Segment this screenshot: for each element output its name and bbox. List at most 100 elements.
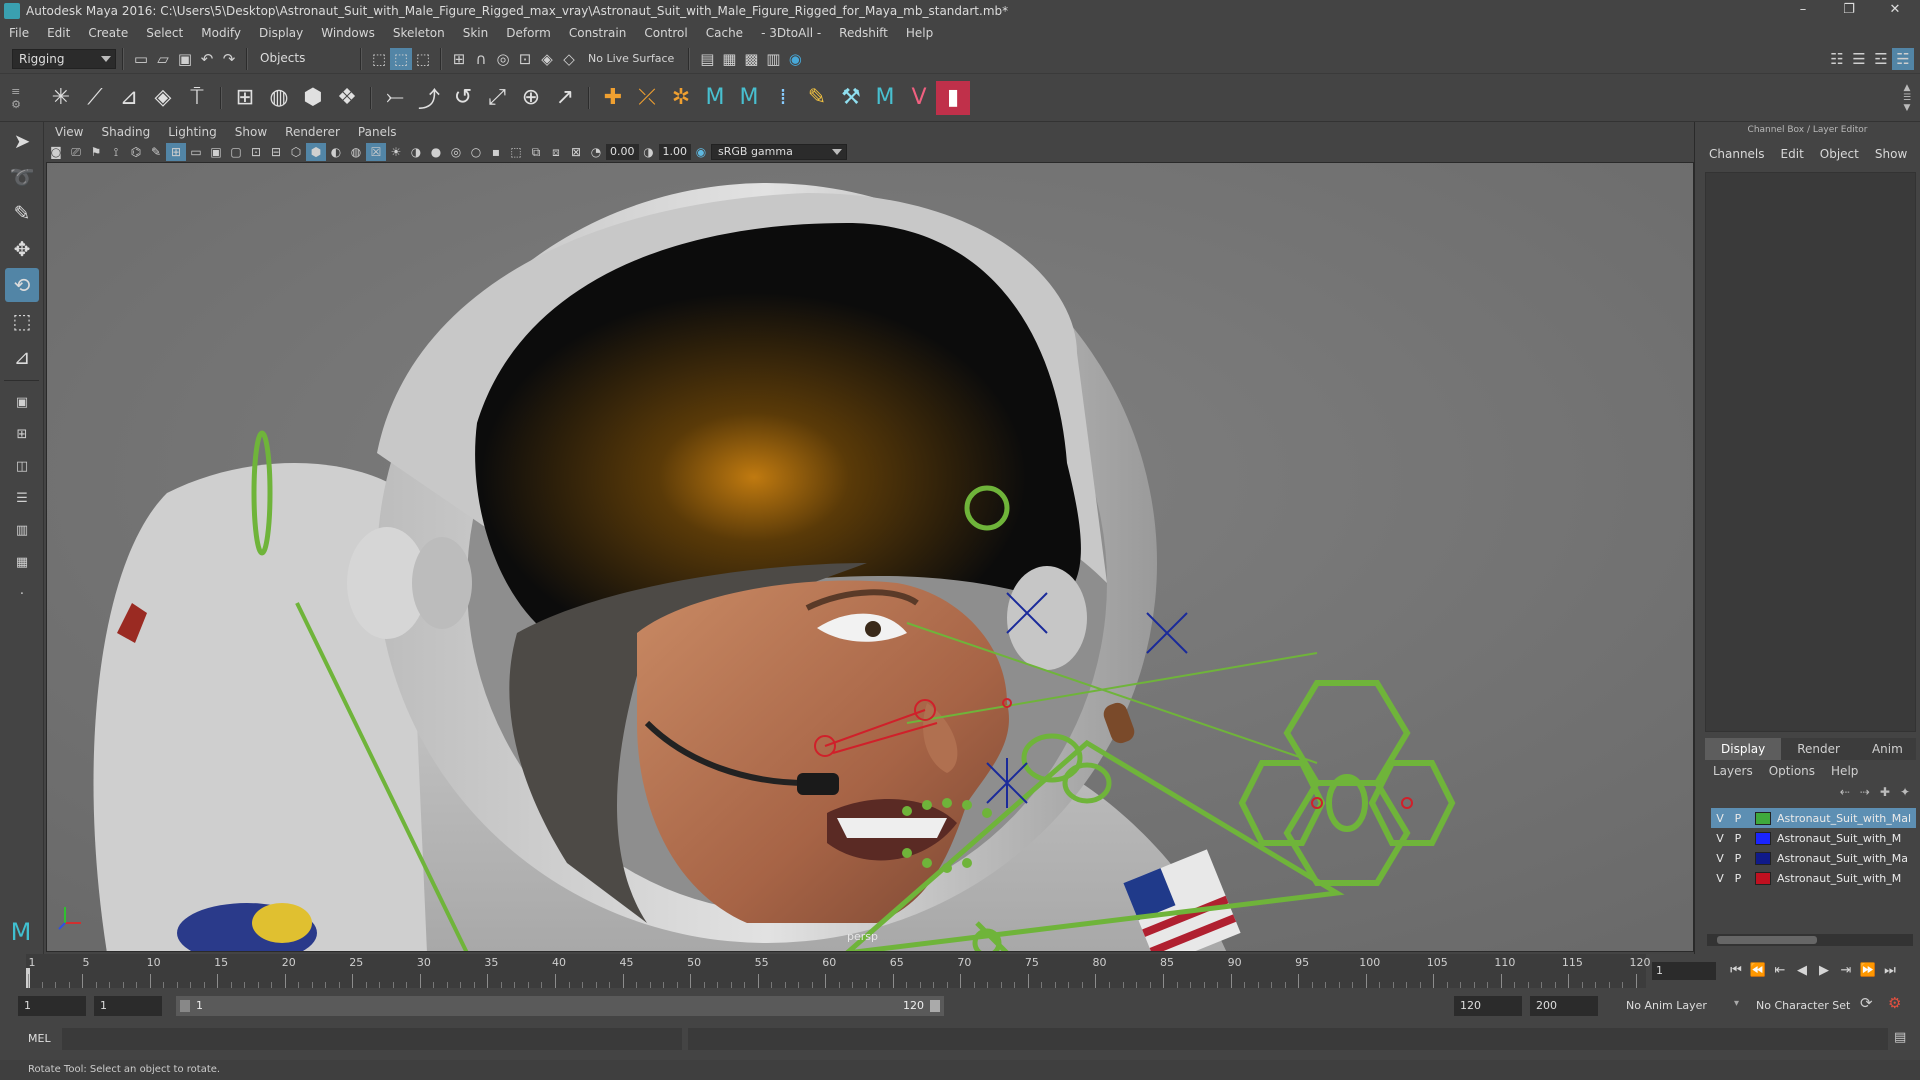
tool-settings-icon[interactable]: ☲ (1870, 48, 1892, 70)
playback-end-field[interactable]: 120 (1454, 996, 1522, 1016)
xray-active-icon[interactable]: ⧈ (546, 143, 566, 161)
playback-start-field[interactable]: 1 (94, 996, 162, 1016)
minimize-button[interactable]: – (1780, 0, 1826, 22)
field-chart-icon[interactable]: ▢ (226, 143, 246, 161)
hypershade-layout-icon[interactable]: ▦ (7, 547, 37, 577)
layer-color-swatch[interactable] (1755, 831, 1771, 845)
hypershade-icon[interactable]: ◉ (784, 48, 806, 70)
layer-playback-toggle[interactable]: P (1729, 872, 1747, 885)
ambient-occlusion-icon[interactable]: ● (426, 143, 446, 161)
wireframe-icon[interactable]: ⬡ (286, 143, 306, 161)
last-tool-icon[interactable]: ⊿ (5, 340, 39, 374)
panel-menu-show[interactable]: Show (226, 122, 276, 142)
aim-constraint-icon[interactable]: ⊕ (514, 81, 548, 115)
layer-color-swatch[interactable] (1755, 851, 1771, 865)
four-pane-layout-icon[interactable]: ⊞ (7, 419, 37, 449)
deformer-icon[interactable]: V (902, 81, 936, 115)
paint-select-tool-icon[interactable]: ✎ (5, 196, 39, 230)
redo-icon[interactable]: ↷ (218, 48, 240, 70)
play-backwards-icon[interactable]: ◀ (1792, 960, 1812, 982)
menu-file[interactable]: File (0, 22, 38, 44)
channel-box-menu-channels[interactable]: Channels (1701, 140, 1773, 168)
snap-curve-icon[interactable]: ∩ (470, 48, 492, 70)
grid-toggle-icon[interactable]: ⊞ (166, 143, 186, 161)
ik-handle-icon[interactable]: ⟋ (78, 81, 112, 115)
anim-layer-dropdown[interactable]: No Anim Layer (1620, 996, 1734, 1016)
ik-spline-icon[interactable]: ⊿ (112, 81, 146, 115)
smooth-shade-icon[interactable]: ⬢ (306, 143, 326, 161)
layer-playback-toggle[interactable]: P (1729, 812, 1747, 825)
range-end-handle[interactable] (930, 1000, 940, 1012)
brush-icon[interactable]: ⚒ (834, 81, 868, 115)
gamma-field[interactable]: 1.00 (658, 144, 691, 160)
layer-scrollbar-thumb[interactable] (1717, 936, 1817, 944)
menu-help[interactable]: Help (897, 22, 942, 44)
lattice-icon[interactable]: ⊞ (228, 81, 262, 115)
menu-skeleton[interactable]: Skeleton (384, 22, 454, 44)
locator-icon[interactable]: ✚ (596, 81, 630, 115)
motion-blur-icon[interactable]: ◎ (446, 143, 466, 161)
gamma-icon[interactable]: ◑ (639, 143, 659, 161)
snap-view-icon[interactable]: ⊡ (514, 48, 536, 70)
orient-constraint-icon[interactable]: ↺ (446, 81, 480, 115)
film-gate-icon[interactable]: ⌬ (126, 143, 146, 161)
open-scene-icon[interactable]: ▱ (152, 48, 174, 70)
close-button[interactable]: ✕ (1872, 0, 1918, 22)
time-slider[interactable]: 1 5 10 15 20 25 30 35 40 45 50 55 60 65 70 75 80 85 90 95 10… (0, 954, 1920, 988)
shelf-scroll-icon[interactable]: ▲ ☰ ▼ (1900, 83, 1914, 113)
move-layer-down-icon[interactable]: ⇢ (1860, 785, 1870, 799)
layer-visibility-toggle[interactable]: V (1711, 852, 1729, 865)
image-plane-icon[interactable]: ⟟ (106, 143, 126, 161)
menu-3dtoall[interactable]: - 3DtoAll - (752, 22, 830, 44)
go-to-start-icon[interactable]: ⏮ (1726, 960, 1746, 982)
layer-color-swatch[interactable] (1755, 811, 1771, 825)
wire-icon[interactable]: ❖ (330, 81, 364, 115)
camera-select-icon[interactable]: ◙ (46, 143, 66, 161)
layer-tab-anim[interactable]: Anim (1856, 738, 1919, 760)
menu-modify[interactable]: Modify (192, 22, 250, 44)
maximize-button[interactable]: ❐ (1826, 0, 1872, 22)
bind-skin-icon[interactable]: ◈ (146, 81, 180, 115)
rotate-tool-icon[interactable]: ⟲ (5, 268, 39, 302)
anim-prefs-icon[interactable]: ⚙ (1888, 994, 1901, 1012)
select-tool-icon[interactable]: ➤ (5, 124, 39, 158)
menu-windows[interactable]: Windows (312, 22, 384, 44)
new-layer-selected-icon[interactable]: ✦ (1900, 785, 1910, 799)
snap-surface-icon[interactable]: ◈ (536, 48, 558, 70)
panel-menu-renderer[interactable]: Renderer (276, 122, 349, 142)
channel-box-menu-show[interactable]: Show (1867, 140, 1915, 168)
layer-playback-toggle[interactable]: P (1729, 852, 1747, 865)
layer-visibility-toggle[interactable]: V (1711, 872, 1729, 885)
panel-menu-shading[interactable]: Shading (92, 122, 159, 142)
chevron-down-icon[interactable]: ▾ (1734, 998, 1739, 1009)
playback-range-bar[interactable]: 1 120 (176, 996, 944, 1016)
color-management-icon[interactable]: ◉ (691, 143, 711, 161)
graph-icon[interactable]: ▮ (936, 80, 970, 115)
anti-aliasing-icon[interactable]: ○ (466, 143, 486, 161)
modeling-toolkit-icon[interactable]: ☷ (1826, 48, 1848, 70)
layer-playback-toggle[interactable]: P (1729, 832, 1747, 845)
resolution-gate-icon[interactable]: ▭ (186, 143, 206, 161)
side-by-side-layout-icon[interactable]: ◫ (7, 451, 37, 481)
layer-tab-display[interactable]: Display (1705, 738, 1782, 760)
menu-constrain[interactable]: Constrain (560, 22, 636, 44)
scale-tool-icon[interactable]: ⬚ (5, 304, 39, 338)
auto-key-icon[interactable]: ⟳ (1860, 994, 1873, 1012)
hik-3-icon[interactable]: M (868, 81, 902, 115)
panel-menu-view[interactable]: View (46, 122, 92, 142)
backface-icon[interactable]: ⊠ (566, 143, 586, 161)
command-input[interactable] (62, 1028, 682, 1050)
move-layer-up-icon[interactable]: ⇠ (1840, 785, 1850, 799)
panel-menu-lighting[interactable]: Lighting (159, 122, 226, 142)
select-component-icon[interactable]: ⬚ (412, 48, 434, 70)
lights-icon[interactable]: ☀ (386, 143, 406, 161)
menu-display[interactable]: Display (250, 22, 312, 44)
pole-vector-icon[interactable]: ↗ (548, 81, 582, 115)
attribute-editor-icon[interactable]: ☰ (1848, 48, 1870, 70)
camera-lock-icon[interactable]: ⎚ (66, 143, 86, 161)
depth-of-field-icon[interactable]: ▪ (486, 143, 506, 161)
play-forwards-icon[interactable]: ▶ (1814, 960, 1834, 982)
viewport-persp[interactable]: persp (46, 162, 1694, 952)
menu-select[interactable]: Select (137, 22, 192, 44)
safe-title-icon[interactable]: ⊟ (266, 143, 286, 161)
